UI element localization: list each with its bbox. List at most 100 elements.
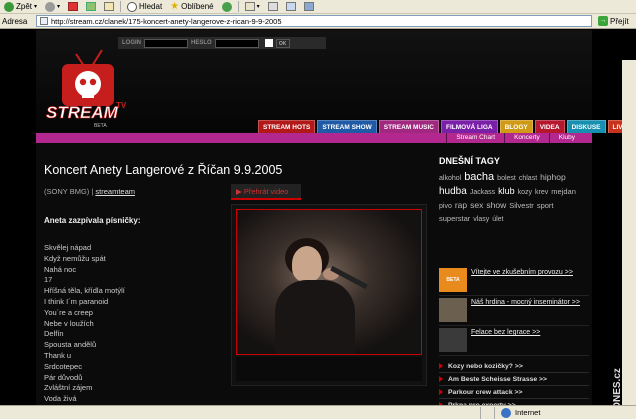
print-button[interactable] — [266, 1, 280, 13]
edit-button[interactable] — [284, 1, 298, 13]
tag-link[interactable]: show — [486, 199, 506, 211]
play-bullet-icon — [439, 376, 443, 382]
song-item: Nahá noc — [44, 264, 77, 274]
logo-beta-badge: BETA — [94, 123, 107, 129]
forward-arrow-icon — [45, 1, 56, 12]
teaser-link[interactable]: Náš hrdina - mocný inseminátor >> — [471, 298, 580, 325]
history-icon — [221, 1, 232, 12]
chevron-down-icon: ▾ — [256, 4, 260, 10]
song-item: You´re a creep — [44, 307, 93, 317]
teaser-list: BETA Vítejte ve zkušebním provozu >> Náš h… — [439, 266, 589, 356]
status-bar: Internet — [0, 405, 636, 419]
songs-heading: Aneta zazpívala písničky: — [44, 216, 141, 225]
remember-checkbox[interactable] — [264, 39, 273, 47]
nav-tab-4[interactable]: BLOGY — [499, 120, 533, 133]
video-controls[interactable] — [236, 357, 422, 381]
tag-link[interactable]: sport — [537, 200, 554, 212]
tag-link[interactable]: klub — [498, 185, 515, 197]
sidebar-link[interactable]: Parkour crew attack >> — [439, 386, 589, 399]
login-submit-button[interactable]: OK — [275, 38, 290, 48]
tag-link[interactable]: hudba — [439, 186, 467, 198]
refresh-button[interactable] — [84, 1, 98, 13]
back-button[interactable]: Zpět ▾ — [2, 1, 39, 13]
tag-cloud: alkohol bacha bolest chlast hiphop hudba Jacka… — [439, 171, 589, 226]
tag-link[interactable]: pivo — [439, 201, 452, 213]
mail-button[interactable]: ▾ — [243, 1, 262, 13]
tag-link[interactable]: bolest — [497, 173, 516, 185]
history-button[interactable] — [220, 1, 234, 13]
search-icon — [127, 1, 138, 12]
teaser-thumbnail[interactable] — [439, 298, 467, 322]
subnav-item-1[interactable]: Koncerty — [504, 133, 549, 143]
video-player — [231, 204, 427, 386]
article-title: Koncert Anety Langerové z Říčan 9.9.2005 — [44, 163, 283, 177]
nav-tab-6[interactable]: DISKUSE — [566, 120, 606, 133]
favorites-button[interactable]: ★ Oblíbené — [168, 1, 215, 13]
play-bullet-icon — [439, 363, 443, 369]
tag-link[interactable]: chlast — [519, 173, 537, 185]
subnav-item-0[interactable]: Stream Chart — [446, 133, 504, 143]
sidebar-link[interactable]: Am Beste Scheisse Strasse >> — [439, 373, 589, 386]
tag-link[interactable]: sex — [470, 199, 483, 211]
nav-tab-5[interactable]: VIDEA — [534, 120, 565, 133]
mail-icon — [244, 2, 255, 11]
nav-tab-3[interactable]: FILMOVÁ LIGA — [441, 120, 498, 133]
stream-logo[interactable]: STREAM TV BETA — [40, 48, 130, 138]
sidebar-link[interactable]: Kozy nebo kozičky? >> — [439, 360, 589, 373]
stop-button[interactable] — [66, 1, 80, 13]
password-input[interactable] — [214, 38, 259, 48]
tag-link[interactable]: bacha — [464, 171, 494, 183]
toolbar-divider — [120, 1, 122, 12]
song-item: Zvláštní zájem — [44, 383, 93, 393]
song-item: Delfín — [44, 329, 64, 339]
site-container: LOGIN HESLO OK STREAM TV BETA STREAM HOT… — [36, 30, 632, 419]
video-screen[interactable] — [236, 209, 422, 355]
teaser-thumbnail[interactable]: BETA — [439, 268, 467, 292]
login-input[interactable] — [144, 38, 188, 48]
forward-button[interactable]: ▾ — [43, 1, 62, 13]
tag-link[interactable]: superstar — [439, 213, 470, 225]
print-icon — [267, 2, 278, 11]
search-button[interactable]: Hledat — [125, 1, 164, 13]
tag-link[interactable]: Jackass — [470, 187, 495, 199]
tag-link[interactable]: mejdan — [551, 186, 576, 198]
tag-link[interactable]: hiphop — [540, 171, 566, 183]
song-item: Když nemůžu spát — [44, 253, 106, 263]
play-video-tab[interactable]: ▶ Přehrát video — [231, 184, 301, 200]
star-icon: ★ — [170, 1, 180, 12]
tag-link[interactable]: krev — [535, 187, 548, 199]
tag-link[interactable]: Silvestr — [509, 200, 534, 212]
password-label: HESLO — [191, 40, 212, 46]
address-label: Adresa — [2, 16, 28, 26]
nav-tab-2[interactable]: STREAM MUSIC — [378, 120, 439, 133]
song-item: Srdcotepec — [44, 361, 82, 371]
song-item: Pár důvodů — [44, 372, 83, 382]
teaser-link[interactable]: Felace bez legrace >> — [471, 328, 540, 355]
discuss-button[interactable] — [302, 1, 316, 13]
home-button[interactable] — [102, 1, 116, 13]
tag-link[interactable]: kozy — [518, 187, 532, 199]
teaser-thumbnail[interactable] — [439, 328, 467, 352]
song-list: Skvělej nápad Když nemůžu spát Nahá noc 17 H… — [44, 243, 184, 405]
nav-tab-0[interactable]: STREAM HOTS — [258, 120, 316, 133]
song-item: I think I´m paranoid — [44, 296, 109, 306]
teaser-item[interactable]: Náš hrdina - mocný inseminátor >> — [439, 296, 589, 326]
teaser-item[interactable]: Felace bez legrace >> — [439, 326, 589, 356]
tag-link[interactable]: alkohol — [439, 173, 461, 185]
song-item: Voda živá — [44, 394, 77, 404]
chevron-down-icon: ▾ — [57, 4, 61, 10]
subnav-item-2[interactable]: Kluby — [548, 133, 584, 143]
go-button[interactable]: → Přejít — [592, 16, 629, 26]
article-byline: (SONY BMG) | streamteam — [44, 187, 136, 196]
tags-title: DNEŠNÍ TAGY — [439, 156, 500, 166]
address-url: http://stream.cz/clanek/175-koncert-anet… — [51, 16, 282, 26]
teaser-item[interactable]: BETA Vítejte ve zkušebním provozu >> — [439, 266, 589, 296]
tag-link[interactable]: rap — [455, 199, 467, 211]
nav-tab-1[interactable]: STREAM SHOW — [317, 120, 377, 133]
teaser-link[interactable]: Vítejte ve zkušebním provozu >> — [471, 268, 573, 295]
play-bullet-icon — [439, 389, 443, 395]
author-link[interactable]: streamteam — [95, 187, 135, 196]
tag-link[interactable]: úlet — [492, 214, 503, 226]
address-input[interactable]: http://stream.cz/clanek/175-koncert-anet… — [36, 15, 592, 27]
tag-link[interactable]: vlasy — [473, 214, 489, 226]
